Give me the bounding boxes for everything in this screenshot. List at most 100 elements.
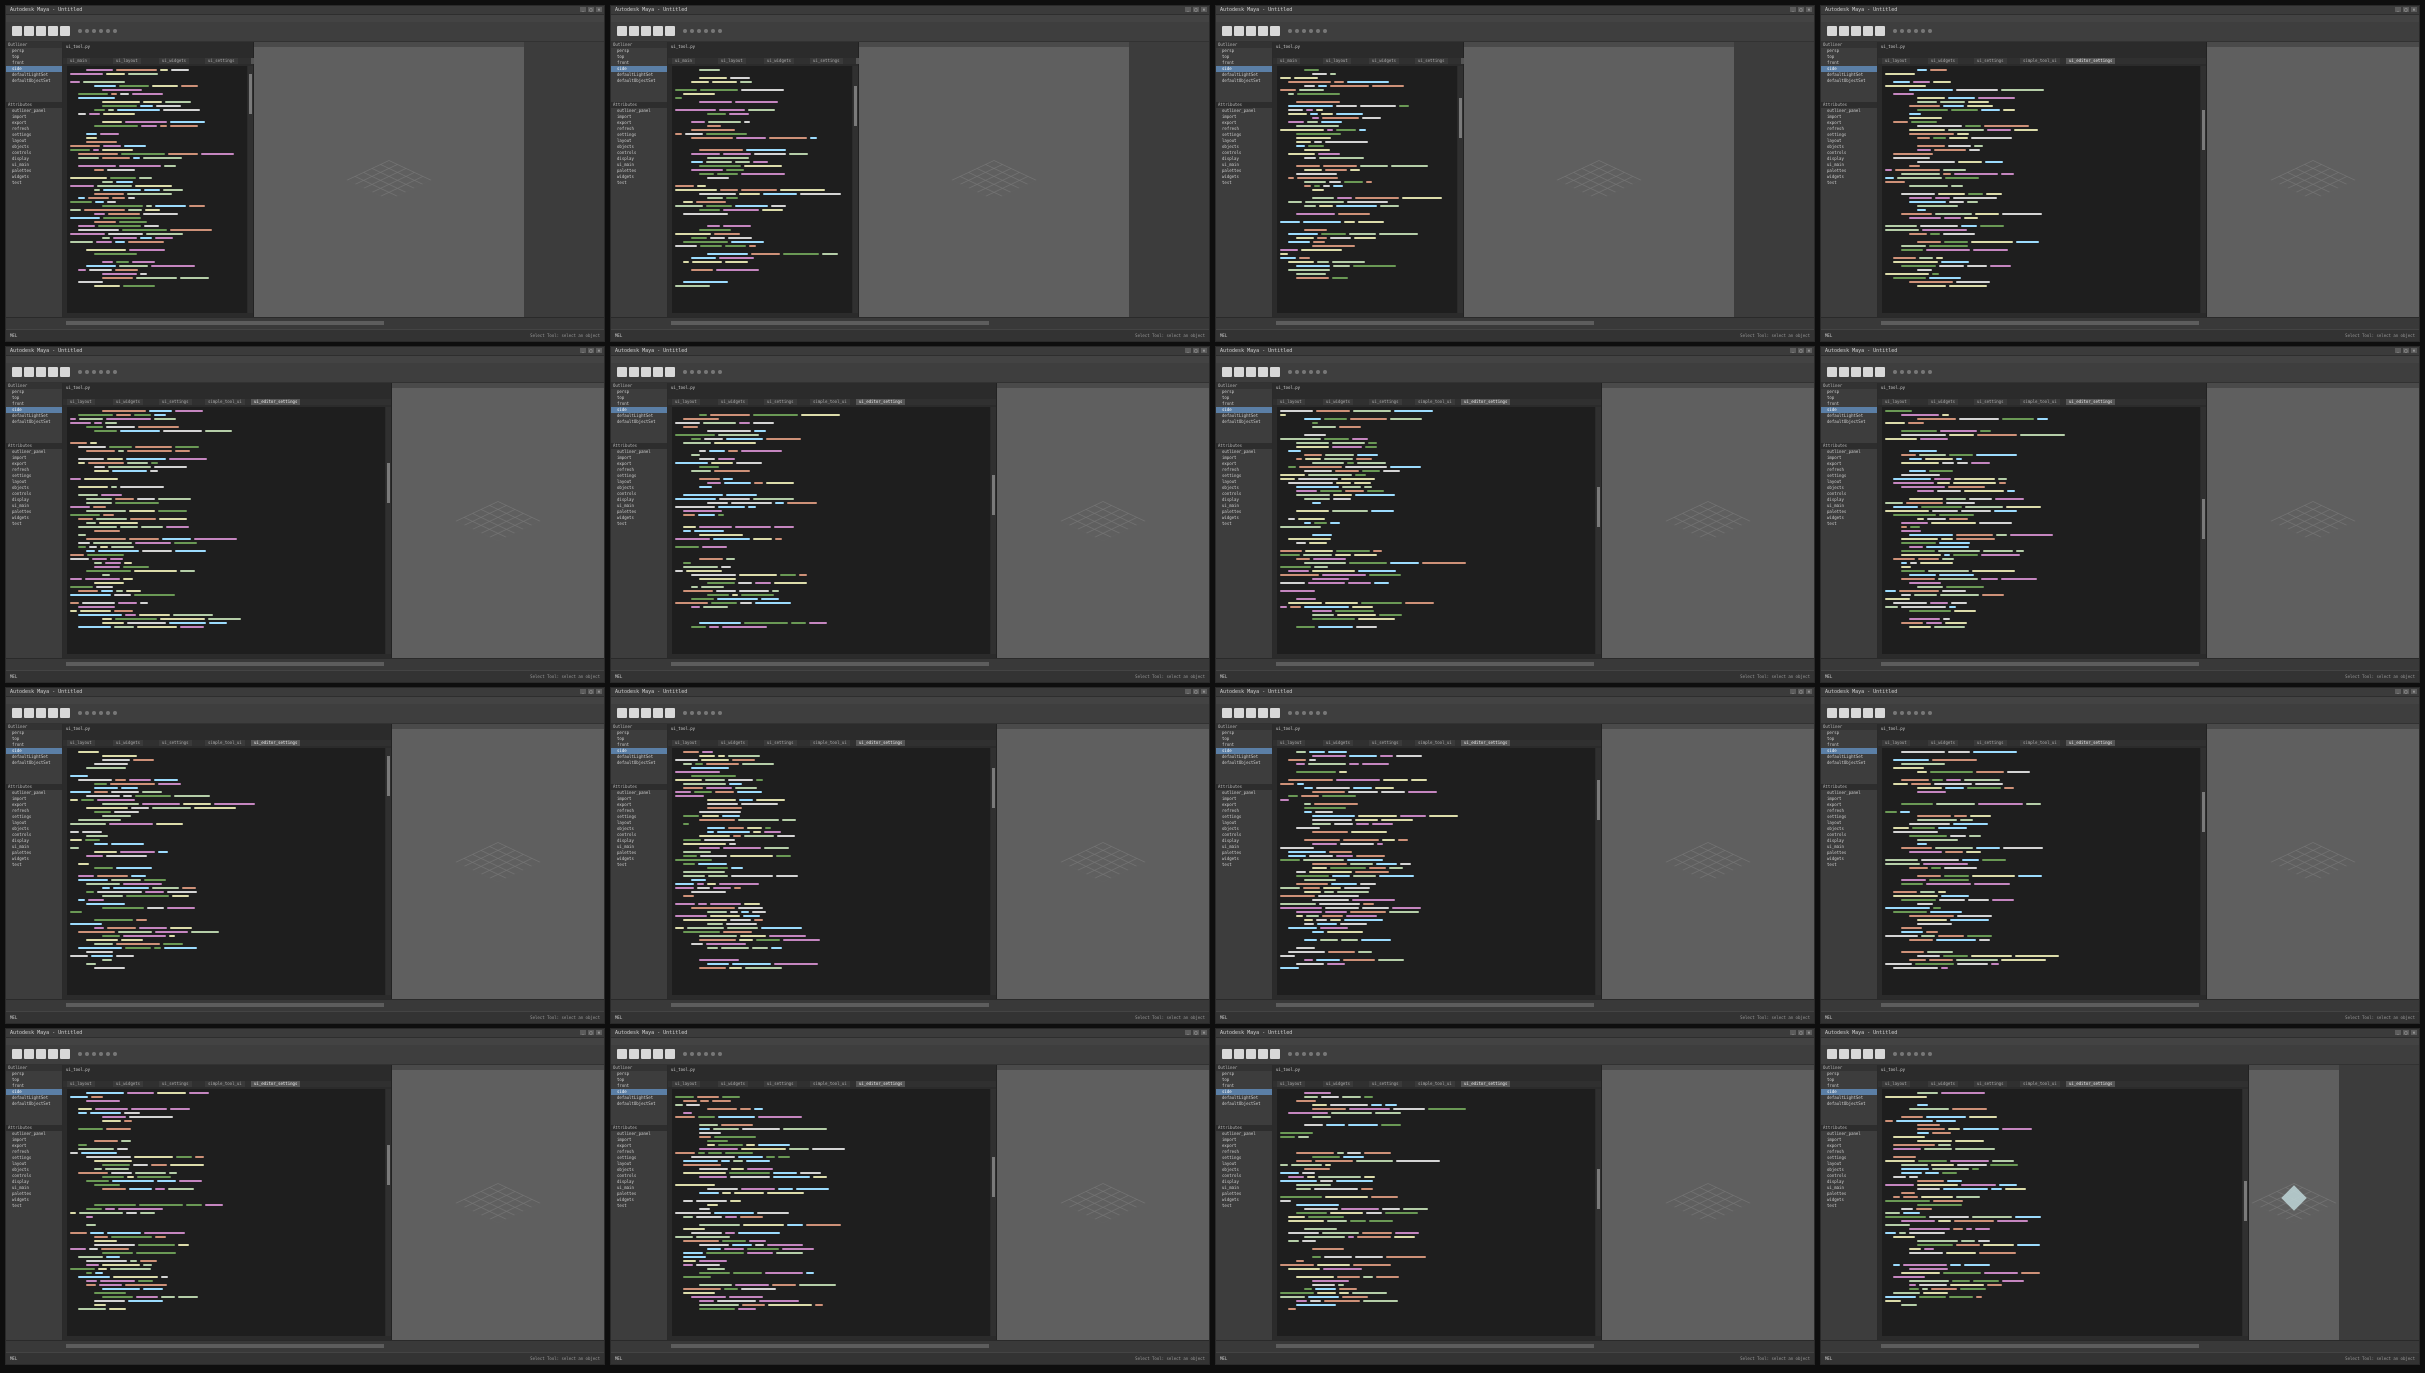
scroll-thumb[interactable] [387, 1145, 390, 1185]
shelf-button-icon[interactable] [1893, 29, 1897, 33]
maximize-button[interactable]: □ [2403, 1030, 2409, 1035]
shelf-tool-icon[interactable] [617, 367, 627, 377]
shelf-button-icon[interactable] [697, 370, 701, 374]
attribute-item[interactable]: test [611, 862, 667, 868]
attribute-item[interactable]: test [6, 862, 62, 868]
editor-tab[interactable]: ui_settings [1974, 740, 2007, 746]
range-slider[interactable] [671, 662, 989, 666]
editor-tab[interactable]: simple_tool_ui [205, 399, 245, 405]
shelf-button-icon[interactable] [1302, 370, 1306, 374]
range-slider[interactable] [66, 1003, 384, 1007]
viewport-3d[interactable] [2207, 383, 2419, 658]
editor-tab[interactable]: simple_tool_ui [2020, 740, 2060, 746]
editor-tab[interactable]: ui_widgets [764, 58, 795, 64]
range-slider[interactable] [1276, 1003, 1594, 1007]
shelf-button-icon[interactable] [683, 370, 687, 374]
shelf-tool-icon[interactable] [1246, 26, 1256, 36]
time-slider[interactable] [1216, 658, 1814, 670]
scroll-thumb[interactable] [1597, 1169, 1600, 1209]
editor-scrollbar[interactable] [1596, 407, 1601, 654]
maximize-button[interactable]: □ [1798, 7, 1804, 12]
range-slider[interactable] [1881, 1003, 2199, 1007]
command-line[interactable]: MEL Select Tool: select an object [1216, 330, 1814, 341]
scroll-thumb[interactable] [2202, 110, 2205, 150]
shelf-tool-icon[interactable] [629, 708, 639, 718]
scroll-thumb[interactable] [1597, 487, 1600, 527]
shelf-tool-icon[interactable] [665, 1049, 675, 1059]
close-button[interactable]: × [596, 1030, 602, 1035]
shelf-tool-icon[interactable] [617, 26, 627, 36]
scroll-thumb[interactable] [854, 86, 857, 126]
shelf-tool-icon[interactable] [1234, 1049, 1244, 1059]
editor-tab[interactable]: ui_layout [1277, 1081, 1305, 1087]
shelf-button-icon[interactable] [1914, 29, 1918, 33]
minimize-button[interactable]: _ [1790, 1030, 1796, 1035]
shelf-tool-icon[interactable] [653, 367, 663, 377]
viewport-3d[interactable] [997, 724, 1209, 999]
code-area[interactable] [1882, 748, 2200, 995]
shelf-button-icon[interactable] [99, 711, 103, 715]
shelf-tool-icon[interactable] [24, 367, 34, 377]
shelf-tool-icon[interactable] [1270, 1049, 1280, 1059]
shelf-tool-icon[interactable] [1851, 1049, 1861, 1059]
editor-tab[interactable]: ui_layout [67, 1081, 95, 1087]
minimize-button[interactable]: _ [2395, 7, 2401, 12]
code-area[interactable] [1277, 748, 1595, 995]
outliner-item[interactable]: defaultObjectSet [6, 1101, 62, 1107]
close-button[interactable]: × [596, 348, 602, 353]
shelf-tool-icon[interactable] [48, 1049, 58, 1059]
close-button[interactable]: × [1806, 689, 1812, 694]
shelf-button-icon[interactable] [99, 370, 103, 374]
time-slider[interactable] [1821, 1340, 2419, 1352]
minimize-button[interactable]: _ [2395, 348, 2401, 353]
scroll-thumb[interactable] [2202, 792, 2205, 832]
command-line[interactable]: MEL Select Tool: select an object [6, 330, 604, 341]
editor-tab[interactable]: ui_layout [1882, 740, 1910, 746]
shelf-button-icon[interactable] [704, 1052, 708, 1056]
close-button[interactable]: × [596, 7, 602, 12]
maximize-button[interactable]: □ [1798, 348, 1804, 353]
viewport-3d[interactable] [997, 1065, 1209, 1340]
shelf-button-icon[interactable] [690, 1052, 694, 1056]
shelf-tool-icon[interactable] [1246, 367, 1256, 377]
shelf-button-icon[interactable] [1907, 29, 1911, 33]
shelf-button-icon[interactable] [1309, 370, 1313, 374]
minimize-button[interactable]: _ [1185, 1030, 1191, 1035]
editor-tab[interactable]: ui_widgets [113, 399, 144, 405]
editor-tab[interactable]: simple_tool_ui [2020, 1081, 2060, 1087]
viewport-3d[interactable] [2207, 724, 2419, 999]
shelf-button-icon[interactable] [1288, 29, 1292, 33]
shelf-tool-icon[interactable] [60, 367, 70, 377]
editor-scrollbar[interactable] [991, 748, 996, 995]
shelf-tool-icon[interactable] [12, 1049, 22, 1059]
range-slider[interactable] [1881, 1344, 2199, 1348]
shelf-tool-icon[interactable] [1222, 367, 1232, 377]
command-line[interactable]: MEL Select Tool: select an object [611, 671, 1209, 682]
minimize-button[interactable]: _ [1790, 7, 1796, 12]
time-slider[interactable] [1821, 317, 2419, 329]
shelf-tool-icon[interactable] [653, 26, 663, 36]
shelf-button-icon[interactable] [1302, 711, 1306, 715]
close-button[interactable]: × [1806, 348, 1812, 353]
shelf-button-icon[interactable] [78, 711, 82, 715]
shelf-tool-icon[interactable] [48, 26, 58, 36]
scroll-thumb[interactable] [992, 1157, 995, 1197]
scroll-thumb[interactable] [1459, 98, 1462, 138]
editor-scrollbar[interactable] [2201, 748, 2206, 995]
shelf-tool-icon[interactable] [36, 367, 46, 377]
code-area[interactable] [1882, 407, 2200, 654]
shelf-button-icon[interactable] [1288, 1052, 1292, 1056]
editor-tab[interactable]: ui_settings [1369, 1081, 1402, 1087]
editor-tab[interactable]: ui_layout [113, 58, 141, 64]
close-button[interactable]: × [1806, 1030, 1812, 1035]
shelf-tool-icon[interactable] [641, 1049, 651, 1059]
editor-scrollbar[interactable] [2201, 407, 2206, 654]
command-line[interactable]: MEL Select Tool: select an object [611, 1353, 1209, 1364]
shelf-button-icon[interactable] [1928, 29, 1932, 33]
editor-tab[interactable]: ui_layout [1882, 1081, 1910, 1087]
scroll-thumb[interactable] [387, 756, 390, 796]
shelf-button-icon[interactable] [1323, 29, 1327, 33]
shelf-button-icon[interactable] [1893, 1052, 1897, 1056]
shelf-button-icon[interactable] [1900, 370, 1904, 374]
shelf-button-icon[interactable] [718, 29, 722, 33]
